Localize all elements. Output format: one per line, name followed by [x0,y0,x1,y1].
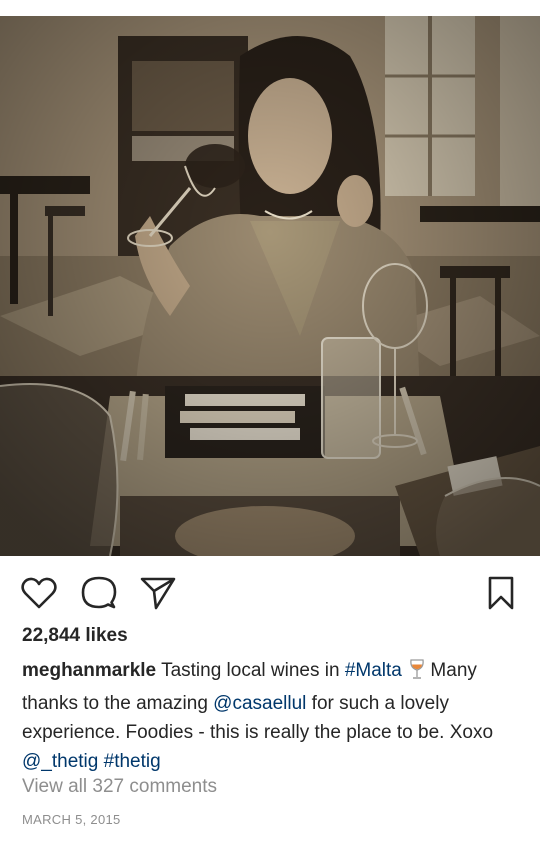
caption-text-1: Tasting local wines in [161,660,340,681]
post-photo[interactable] [0,16,540,556]
likes-count[interactable]: 22,844 likes [22,625,128,647]
bookmark-outline-icon [488,576,514,610]
mention-thetig[interactable]: @_thetig [22,751,98,772]
view-all-comments-link[interactable]: View all 327 comments [22,776,217,798]
share-button[interactable] [139,574,177,612]
mention-casaellul[interactable]: @casaellul [213,693,306,714]
hashtag-malta[interactable]: #Malta [345,660,402,681]
wine-glass-emoji-icon [409,658,425,689]
top-strip [0,0,540,16]
save-button[interactable] [482,574,520,612]
caption-username[interactable]: meghanmarkle [22,660,156,681]
hashtag-thetig[interactable]: #thetig [104,751,161,772]
post-date: MARCH 5, 2015 [22,812,121,827]
heart-outline-icon [21,577,57,609]
like-button[interactable] [20,574,58,612]
speech-bubble-icon [81,576,117,609]
photo-illustration [0,16,540,556]
post-caption: meghanmarkle Tasting local wines in #Mal… [22,656,522,776]
post-actions-bar [0,568,540,616]
comment-button[interactable] [80,574,118,612]
paper-plane-icon [140,577,176,610]
